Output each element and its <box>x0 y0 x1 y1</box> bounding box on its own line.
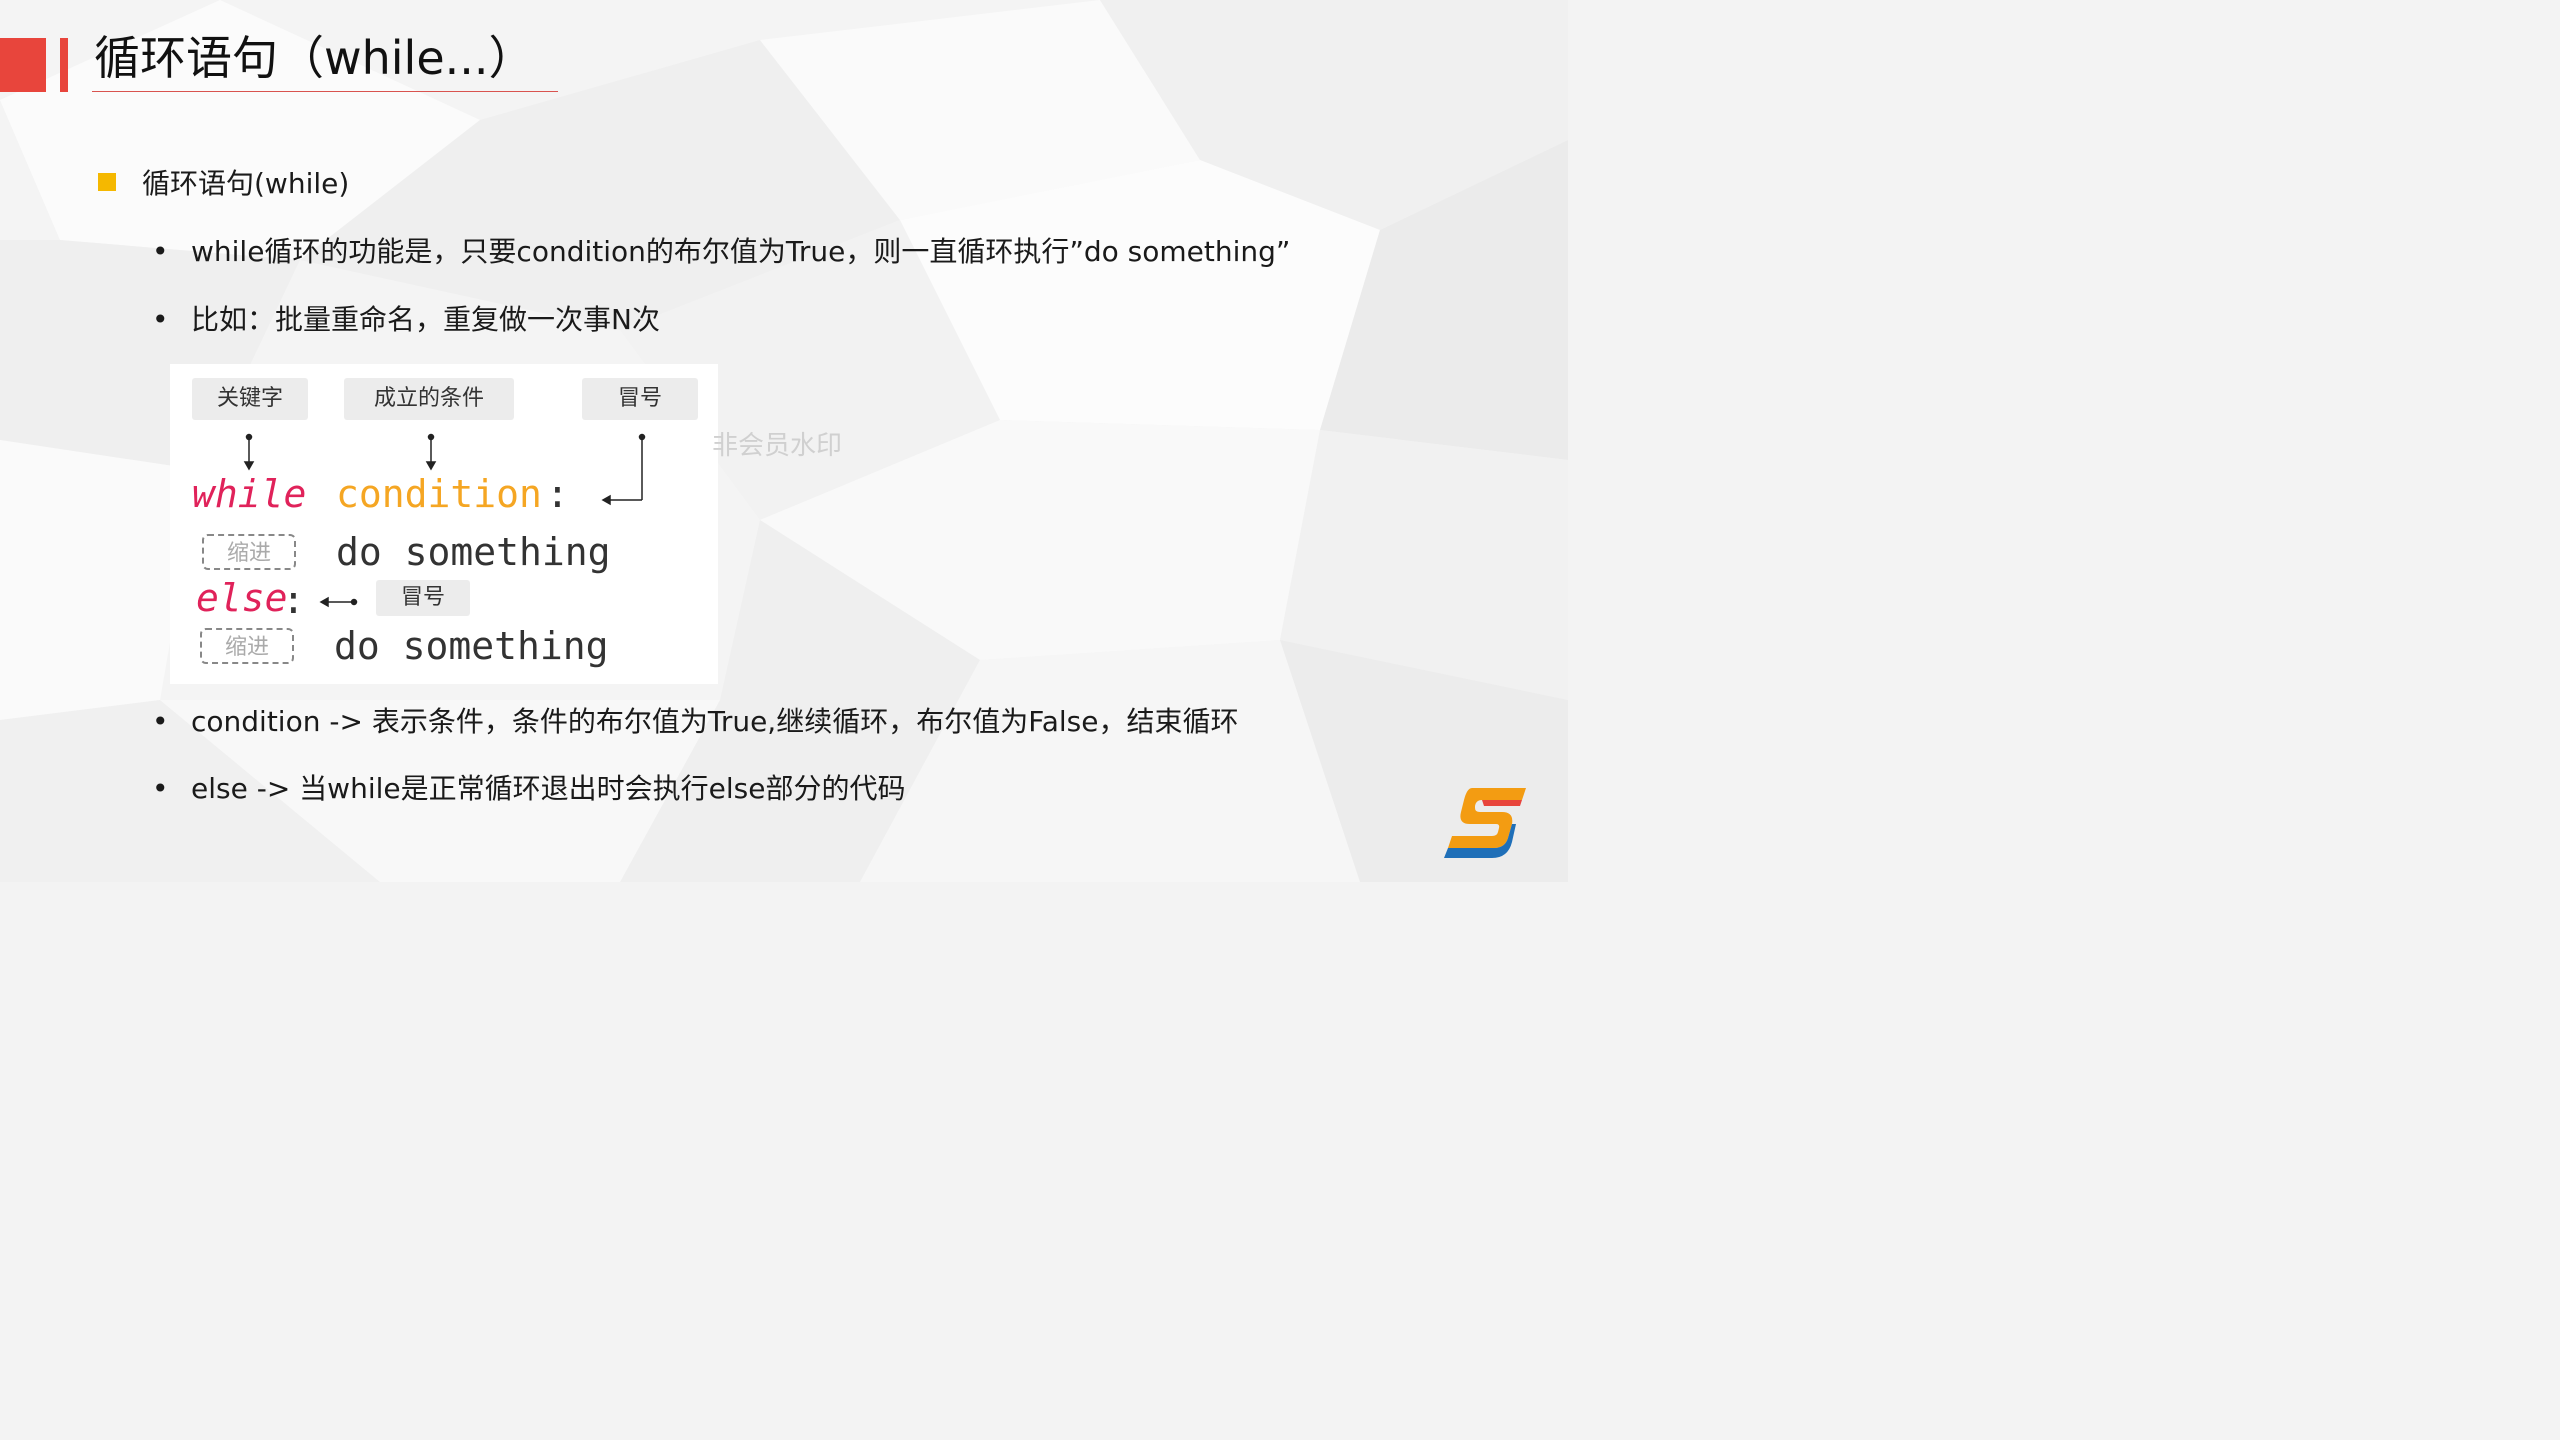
bullet-dot-icon: • <box>152 772 169 805</box>
while-body-code: do something <box>336 530 611 574</box>
title-accent-bar <box>60 38 68 92</box>
brand-logo-icon <box>1444 788 1526 858</box>
section-heading: 循环语句(while) <box>142 167 350 200</box>
bullet-dot-icon: • <box>152 705 169 738</box>
bullet-text: else -> 当while是正常循环退出时会执行else部分的代码 <box>191 772 906 805</box>
section-marker-icon <box>98 173 116 191</box>
else-body-code: do something <box>334 624 609 668</box>
bullet-dot-icon: • <box>152 303 169 336</box>
condition-text: condition <box>336 472 542 516</box>
title-underline <box>92 91 558 92</box>
bullet-dot-icon: • <box>152 235 169 268</box>
while-syntax-diagram: 关键字 成立的条件 冒号 while condition : 缩进 do som… <box>170 364 718 684</box>
keyword-while: while <box>192 472 307 516</box>
watermark-text: 非会员水印 <box>712 431 843 461</box>
title-accent-block <box>0 38 46 92</box>
bullet-text: while循环的功能是，只要condition的布尔值为True，则一直循环执行… <box>191 235 1291 268</box>
indent-box: 缩进 <box>200 628 294 664</box>
tag-colon-else: 冒号 <box>376 580 470 616</box>
while-colon: : <box>546 472 569 516</box>
indent-box: 缩进 <box>202 534 296 570</box>
keyword-else: else <box>196 576 288 620</box>
bullet-text: 比如：批量重命名，重复做一次事N次 <box>191 303 660 336</box>
else-colon: : <box>282 578 305 622</box>
slide-title: 循环语句（while...） <box>94 31 535 85</box>
bullet-text: condition -> 表示条件，条件的布尔值为True,继续循环，布尔值为F… <box>191 705 1239 738</box>
